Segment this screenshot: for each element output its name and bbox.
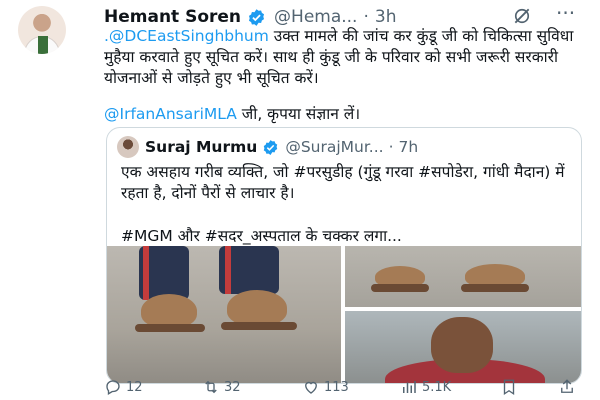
media-image-feet[interactable] [345, 246, 581, 307]
reply-count: 12 [126, 379, 143, 395]
verified-badge-icon [264, 139, 278, 155]
quoted-tweet-text-2: #MGM और #सदर_अस्पताल के चक्कर लगा... [121, 227, 402, 245]
grok-icon[interactable] [512, 6, 532, 26]
views-icon [403, 381, 416, 393]
tweet[interactable]: Hemant Soren @Hema... · 3h ··· .@DCEastS… [0, 0, 600, 400]
retweet-button[interactable]: 32 [202, 378, 241, 396]
like-count: 113 [324, 379, 349, 395]
media-image-portrait[interactable] [345, 311, 581, 383]
author-name[interactable]: Hemant Soren [104, 7, 241, 27]
separator-dot: · [363, 7, 369, 27]
separator-dot: · [388, 138, 394, 156]
views-button[interactable]: 5.1K [400, 378, 451, 396]
mention-line-text: जी, कृपया संज्ञान लें। [236, 105, 361, 123]
tweet-mention-line: @IrfanAnsariMLA जी, कृपया संज्ञान लें। [104, 104, 360, 125]
quoted-author-name[interactable]: Suraj Murmu [145, 138, 257, 156]
views-count: 5.1K [422, 379, 452, 395]
reply-button[interactable]: 12 [104, 378, 143, 396]
like-button[interactable]: 113 [302, 378, 349, 396]
mention-link-irfan[interactable]: @IrfanAnsariMLA [104, 105, 237, 123]
more-icon[interactable]: ··· [556, 3, 580, 26]
retweet-icon [205, 380, 217, 394]
quoted-tweet-header: Suraj Murmu @SurajMur... · 7h [117, 136, 418, 158]
reply-icon [106, 380, 120, 395]
quoted-tweet-time[interactable]: 7h [399, 138, 419, 156]
quoted-tweet[interactable]: Suraj Murmu @SurajMur... · 7h एक असहाय ग… [106, 127, 582, 384]
share-button[interactable] [558, 378, 576, 396]
heart-icon [305, 381, 317, 394]
retweet-count: 32 [224, 379, 241, 395]
quoted-author-handle[interactable]: @SurajMur... [285, 138, 383, 156]
tweet-actions: 12 32 113 5.1K [104, 376, 584, 398]
bookmark-icon [503, 379, 515, 396]
media-image-legs[interactable] [107, 246, 341, 383]
share-icon [561, 379, 573, 393]
quoted-tweet-text: एक असहाय गरीब व्यक्ति, जो #परसुडीह (गुंड… [121, 163, 565, 202]
mention-link[interactable]: .@DCEastSinghbhum [104, 27, 269, 45]
verified-badge-icon [249, 8, 265, 26]
author-avatar[interactable] [18, 6, 66, 54]
tweet-body: .@DCEastSinghbhum उक्त मामले की जांच कर … [104, 26, 592, 89]
tweet-time[interactable]: 3h [375, 7, 397, 27]
quoted-author-avatar[interactable] [117, 136, 139, 158]
author-handle[interactable]: @Hema... [274, 7, 357, 27]
bookmark-button[interactable] [500, 378, 518, 396]
